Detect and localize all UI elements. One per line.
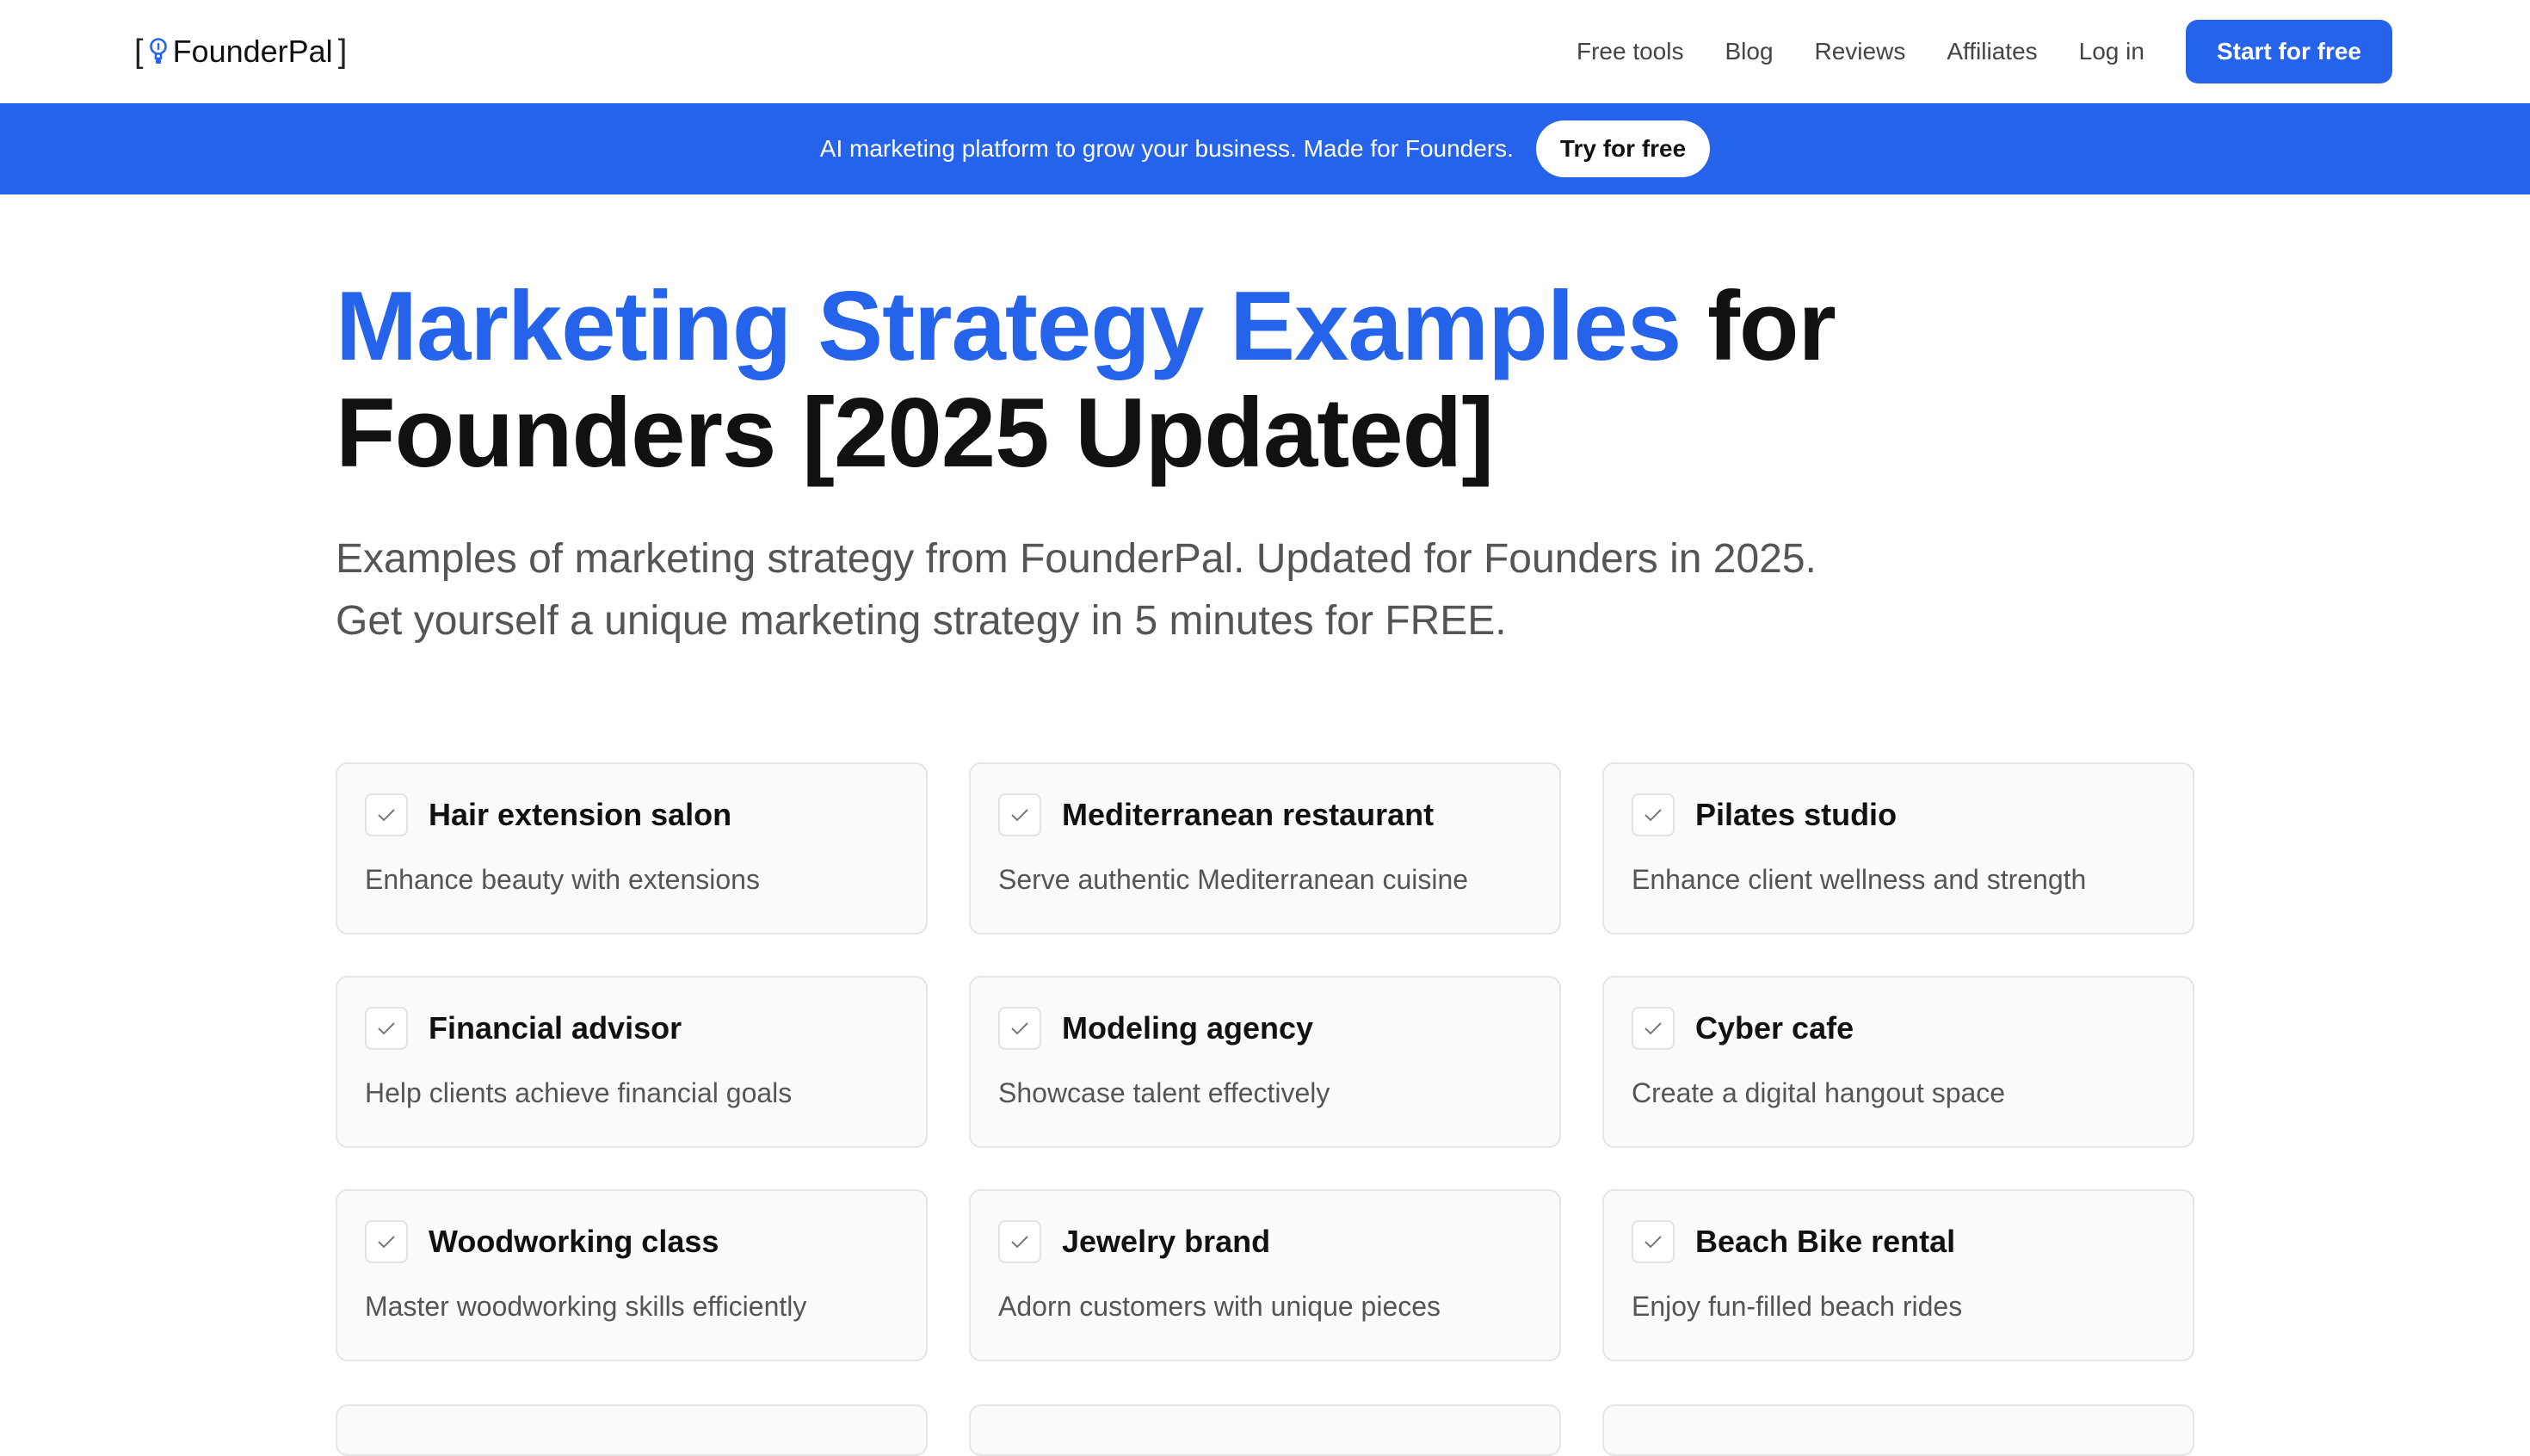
check-icon xyxy=(365,1220,408,1263)
card-title: Hair extension salon xyxy=(429,797,732,832)
check-icon xyxy=(1632,1007,1675,1050)
logo-right-bracket: ] xyxy=(337,33,348,70)
example-card[interactable]: Mediterranean restaurant Serve authentic… xyxy=(969,762,1561,935)
card-title: Financial advisor xyxy=(429,1010,682,1046)
main-nav: Free tools Blog Reviews Affiliates Log i… xyxy=(1577,19,2392,84)
card-title: Cyber cafe xyxy=(1695,1010,1854,1046)
subtitle-line-1: Examples of marketing strategy from Foun… xyxy=(336,536,1817,582)
example-card[interactable]: Woodworking class Master woodworking ski… xyxy=(336,1189,928,1361)
lightbulb-icon xyxy=(149,37,168,66)
page-subtitle: Examples of marketing strategy from Foun… xyxy=(336,528,2057,652)
example-card-partial[interactable] xyxy=(1602,1404,2194,1456)
card-description: Create a digital hangout space xyxy=(1632,1077,2006,1108)
banner-text: AI marketing platform to grow your busin… xyxy=(819,135,1514,162)
nav-link-affiliates[interactable]: Affiliates xyxy=(1947,38,2037,65)
nav-link-log-in[interactable]: Log in xyxy=(2079,38,2144,65)
check-icon xyxy=(998,793,1041,836)
card-title: Pilates studio xyxy=(1695,797,1898,832)
example-card[interactable]: Pilates studio Enhance client wellness a… xyxy=(1602,762,2194,935)
site-header: [ FounderPal ] Free tools Blog Reviews A… xyxy=(0,0,2530,103)
card-description: Enjoy fun-filled beach rides xyxy=(1632,1291,1963,1322)
card-description: Master woodworking skills efficiently xyxy=(365,1291,807,1322)
card-description: Enhance beauty with extensions xyxy=(365,864,760,895)
promo-banner: AI marketing platform to grow your busin… xyxy=(0,103,2530,194)
check-icon xyxy=(1632,1220,1675,1263)
card-title: Modeling agency xyxy=(1062,1010,1314,1046)
example-card[interactable]: Jewelry brand Adorn customers with uniqu… xyxy=(969,1189,1561,1361)
check-icon xyxy=(998,1007,1041,1050)
card-description: Serve authentic Mediterranean cuisine xyxy=(998,864,1469,895)
card-title: Mediterranean restaurant xyxy=(1062,797,1435,832)
examples-grid: Hair extension salon Enhance beauty with… xyxy=(336,762,2194,1361)
logo-left-bracket: [ xyxy=(134,33,144,70)
card-title: Jewelry brand xyxy=(1062,1224,1271,1259)
example-card[interactable]: Modeling agency Showcase talent effectiv… xyxy=(969,976,1561,1148)
card-description: Adorn customers with unique pieces xyxy=(998,1291,1441,1322)
example-card[interactable]: Cyber cafe Create a digital hangout spac… xyxy=(1602,976,2194,1148)
page-title: Marketing Strategy Examples for Founders… xyxy=(336,274,2229,487)
try-for-free-button[interactable]: Try for free xyxy=(1535,120,1711,177)
card-title: Beach Bike rental xyxy=(1695,1224,1956,1259)
check-icon xyxy=(998,1220,1041,1263)
card-description: Enhance client wellness and strength xyxy=(1632,864,2087,895)
card-description: Help clients achieve financial goals xyxy=(365,1077,793,1108)
example-card-partial[interactable] xyxy=(336,1404,928,1456)
logo-name: FounderPal xyxy=(172,34,333,69)
example-card[interactable]: Beach Bike rental Enjoy fun-filled beach… xyxy=(1602,1189,2194,1361)
card-title: Woodworking class xyxy=(429,1224,719,1259)
example-card[interactable]: Financial advisor Help clients achieve f… xyxy=(336,976,928,1148)
nav-link-blog[interactable]: Blog xyxy=(1725,38,1773,65)
subtitle-line-2: Get yourself a unique marketing strategy… xyxy=(336,598,1507,644)
nav-link-free-tools[interactable]: Free tools xyxy=(1577,38,1684,65)
check-icon xyxy=(365,1007,408,1050)
check-icon xyxy=(1632,793,1675,836)
logo[interactable]: [ FounderPal ] xyxy=(134,31,347,72)
page-title-highlight: Marketing Strategy Examples xyxy=(336,272,1682,381)
start-for-free-button[interactable]: Start for free xyxy=(2185,20,2392,83)
nav-link-reviews[interactable]: Reviews xyxy=(1815,38,1906,65)
example-card[interactable]: Hair extension salon Enhance beauty with… xyxy=(336,762,928,935)
example-card-partial[interactable] xyxy=(969,1404,1561,1456)
card-description: Showcase talent effectively xyxy=(998,1077,1330,1108)
check-icon xyxy=(365,793,408,836)
